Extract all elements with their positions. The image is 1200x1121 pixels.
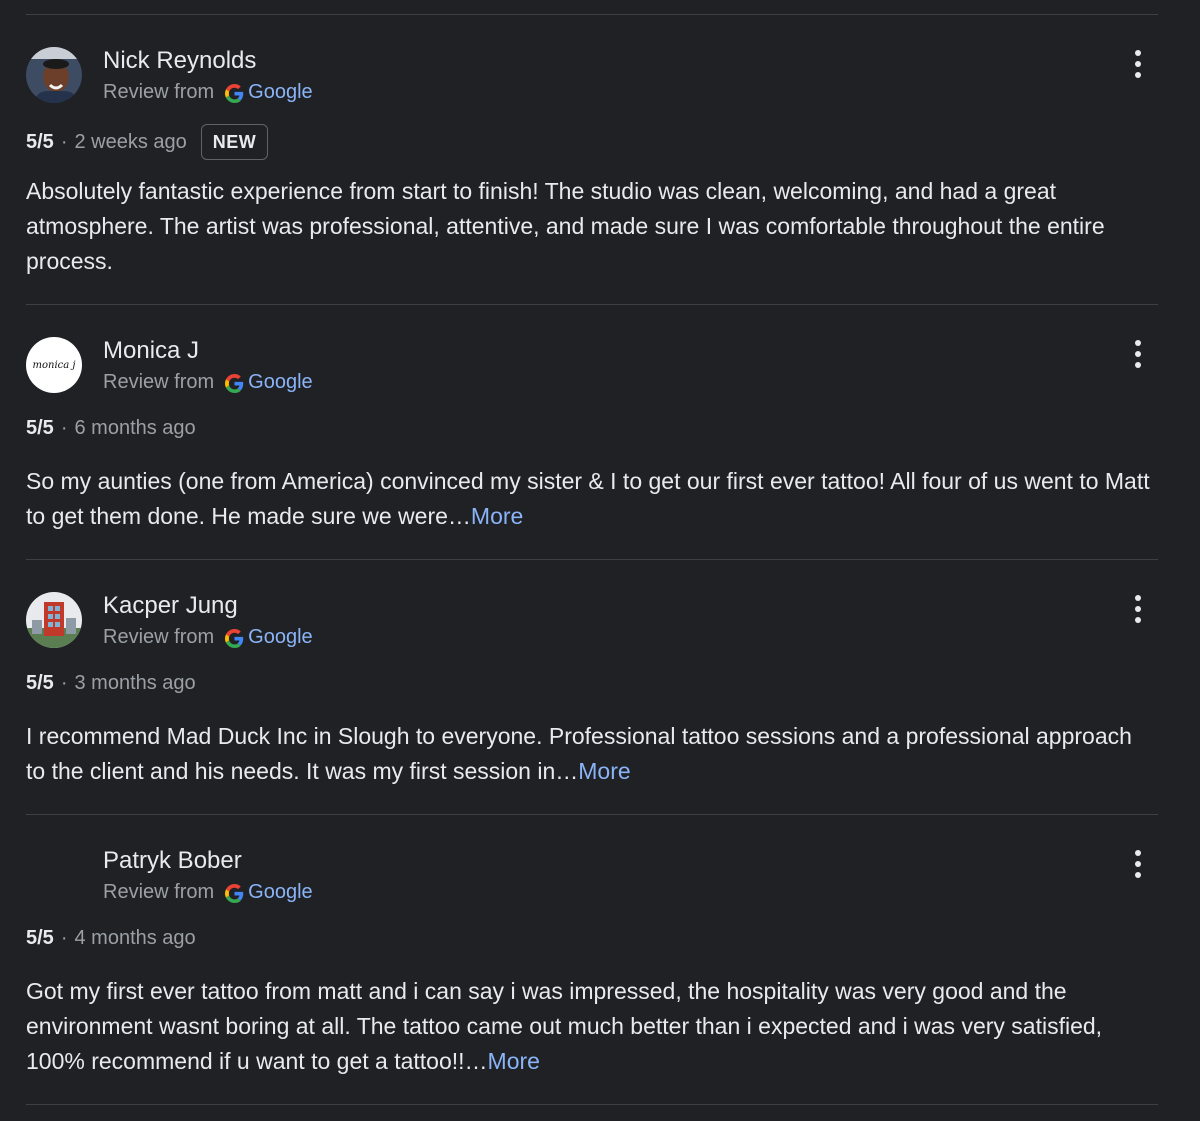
avatar[interactable] — [26, 847, 82, 903]
review-meta: 5/5 · 4 months ago — [26, 924, 196, 952]
new-badge: NEW — [200, 124, 269, 160]
review-source-google[interactable]: Google — [248, 623, 313, 651]
avatar[interactable] — [26, 47, 82, 103]
reviewer-name[interactable]: Monica J — [103, 336, 199, 366]
more-link[interactable]: More — [488, 1048, 540, 1074]
review-time: 4 months ago — [74, 927, 196, 949]
review-source: Review from Google — [103, 78, 313, 106]
review-source-prefix: Review from — [103, 881, 215, 903]
google-g-icon — [225, 628, 244, 648]
review-text: I recommend Mad Duck Inc in Slough to ev… — [26, 719, 1156, 789]
divider — [26, 14, 1158, 15]
reviewer-name[interactable]: Patryk Bober — [103, 846, 242, 876]
more-vert-icon[interactable] — [1124, 589, 1152, 629]
reviewer-name[interactable]: Nick Reynolds — [103, 46, 256, 76]
more-link[interactable]: More — [471, 503, 523, 529]
review-text: Got my first ever tattoo from matt and i… — [26, 974, 1156, 1079]
review-text: Absolutely fantastic experience from sta… — [26, 174, 1156, 279]
meta-separator: · — [60, 417, 68, 439]
review-rating: 5/5 — [26, 417, 54, 439]
divider — [26, 1104, 1158, 1105]
review-source: Review from Google — [103, 623, 313, 651]
reviewer-name[interactable]: Kacper Jung — [103, 591, 238, 621]
avatar[interactable] — [26, 592, 82, 648]
more-vert-icon[interactable] — [1124, 44, 1152, 84]
divider — [26, 559, 1158, 560]
review-source: Review from Google — [103, 368, 313, 396]
review-meta: 5/5 · 6 months ago — [26, 414, 196, 442]
review-rating: 5/5 — [26, 672, 54, 694]
review-rating: 5/5 — [26, 131, 54, 153]
divider — [26, 304, 1158, 305]
review-meta: 5/5 · 3 months ago — [26, 669, 196, 697]
more-vert-icon[interactable] — [1124, 844, 1152, 884]
review-source-prefix: Review from — [103, 626, 215, 648]
review-text: So my aunties (one from America) convinc… — [26, 464, 1156, 534]
review-source-google[interactable]: Google — [248, 78, 313, 106]
review-rating: 5/5 — [26, 927, 54, 949]
review-text-body: Got my first ever tattoo from matt and i… — [26, 978, 1103, 1074]
review-time: 3 months ago — [74, 672, 196, 694]
review-source: Review from Google — [103, 878, 313, 906]
review-text-body: So my aunties (one from America) convinc… — [26, 468, 1150, 529]
review-meta: 5/5 · 2 weeks ago NEW — [26, 124, 269, 160]
review-source-google[interactable]: Google — [248, 368, 313, 396]
divider — [26, 814, 1158, 815]
avatar-text: monica j — [32, 359, 76, 371]
review-time: 2 weeks ago — [74, 131, 187, 153]
more-vert-icon[interactable] — [1124, 334, 1152, 374]
more-link[interactable]: More — [578, 758, 630, 784]
meta-separator: · — [60, 131, 68, 153]
review-source-prefix: Review from — [103, 371, 215, 393]
meta-separator: · — [60, 672, 68, 694]
reviews-page: Nick Reynolds Review from Google 5/5 · 2… — [0, 0, 1200, 1121]
review-text-body: Absolutely fantastic experience from sta… — [26, 178, 1105, 274]
review-time: 6 months ago — [74, 417, 196, 439]
google-g-icon — [225, 373, 244, 393]
google-g-icon — [225, 83, 244, 103]
review-source-google[interactable]: Google — [248, 878, 313, 906]
meta-separator: · — [60, 927, 68, 949]
google-g-icon — [225, 883, 244, 903]
avatar[interactable]: monica j — [26, 337, 82, 393]
review-source-prefix: Review from — [103, 81, 215, 103]
